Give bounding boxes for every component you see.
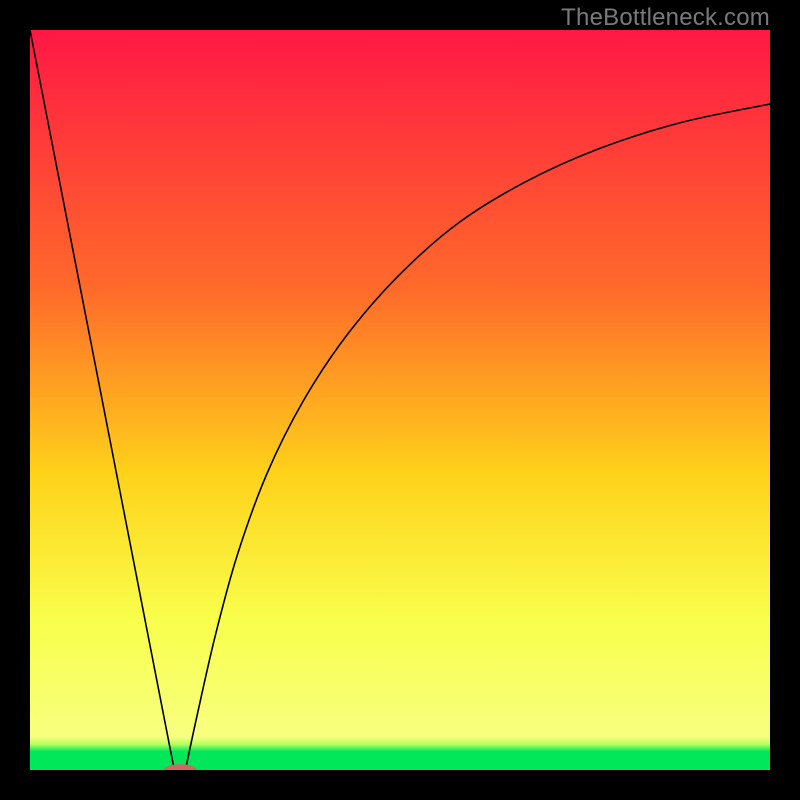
gradient-background: [30, 30, 770, 770]
plot-area: [30, 30, 770, 770]
attribution-text: TheBottleneck.com: [561, 4, 770, 32]
chart-svg: [30, 30, 770, 770]
chart-frame: TheBottleneck.com: [0, 0, 800, 800]
